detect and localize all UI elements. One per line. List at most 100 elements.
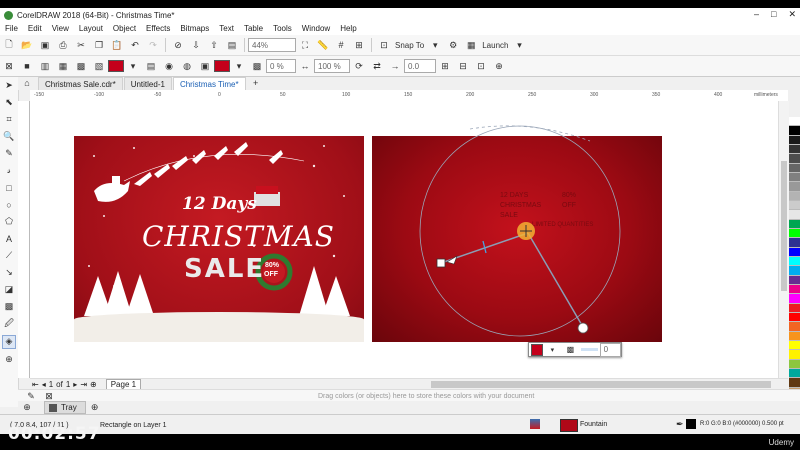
palette-swatch[interactable] (789, 191, 800, 201)
cut-icon[interactable]: ✂ (74, 38, 88, 52)
linear-gradient-icon[interactable]: ▤ (144, 59, 158, 73)
chevron-down-icon[interactable]: ▾ (545, 343, 559, 357)
palette-swatch[interactable] (789, 275, 800, 285)
import-icon[interactable]: ⇩ (189, 38, 203, 52)
menu-edit[interactable]: Edit (23, 24, 47, 33)
add-tool-icon[interactable]: ⊕ (3, 354, 15, 366)
christmas-sale-artwork[interactable]: 12 Days CHRISTMAS SALE 80% OFF (74, 136, 364, 342)
palette-swatch[interactable] (789, 219, 800, 229)
palette-swatch[interactable] (789, 284, 800, 295)
scale-input[interactable]: 100 % (314, 59, 350, 73)
angle-input[interactable]: 0.0 (404, 59, 436, 73)
horizontal-scroll-thumb[interactable] (431, 381, 771, 388)
palette-swatch[interactable] (789, 368, 800, 379)
snap-to-label[interactable]: Snap To (395, 38, 424, 52)
open-icon[interactable]: 📂 (20, 38, 34, 52)
copy-icon[interactable]: ❐ (92, 38, 106, 52)
zoom-level-select[interactable]: 44% (248, 38, 296, 52)
grid-icon[interactable]: # (334, 38, 348, 52)
end-color-swatch[interactable] (214, 60, 230, 72)
texture-fill-icon[interactable]: ▩ (74, 59, 88, 73)
palette-swatch[interactable] (789, 154, 800, 164)
publish-pdf-icon[interactable]: ▤ (225, 38, 239, 52)
transparency-slider[interactable] (581, 348, 598, 351)
add-tab-icon[interactable]: + (249, 76, 263, 90)
undo-icon[interactable]: ↶ (128, 38, 142, 52)
smooth-blend-icon[interactable]: ⊞ (438, 59, 452, 73)
launch-label[interactable]: Launch (482, 38, 508, 52)
vertical-ruler[interactable] (18, 101, 30, 378)
palette-swatch[interactable] (789, 126, 800, 136)
node-transparency-input[interactable]: 0 (599, 342, 621, 357)
rulers-icon[interactable]: 📏 (316, 38, 330, 52)
scroll-thumb[interactable] (781, 161, 787, 291)
close-button[interactable]: ✕ (788, 9, 796, 20)
artistic-media-icon[interactable]: 𝓈 (3, 165, 15, 177)
transparency-checker-icon[interactable]: ▩ (563, 343, 577, 357)
palette-swatch[interactable] (789, 238, 800, 248)
menu-bitmaps[interactable]: Bitmaps (175, 24, 214, 33)
palette-swatch[interactable] (789, 350, 800, 360)
working-page-rectangle[interactable]: 12 DAYS 80% CHRISTMAS OFF SALE LIMITED Q… (372, 136, 662, 342)
options-gear-icon[interactable]: ⚙ (446, 38, 460, 52)
palette-swatch[interactable] (789, 172, 800, 183)
home-icon[interactable]: ⌂ (20, 76, 34, 90)
zoom-tool-icon[interactable]: 🔍 (3, 131, 15, 143)
palette-swatch[interactable] (789, 331, 800, 341)
conical-gradient-icon[interactable]: ◍ (180, 59, 194, 73)
fill-swatch[interactable] (560, 419, 578, 432)
pick-tool-icon[interactable]: ➤ (3, 80, 15, 92)
fill-transparency-input[interactable]: 0 % (266, 59, 296, 73)
transparency-tool-icon[interactable]: ▩ (3, 301, 15, 313)
palette-swatch[interactable] (789, 312, 800, 323)
menu-tools[interactable]: Tools (268, 24, 297, 33)
add-page-icon[interactable]: ⊕ (90, 380, 97, 389)
search-content-icon[interactable]: ⊘ (171, 38, 185, 52)
menu-table[interactable]: Table (239, 24, 268, 33)
tab-christmas-time[interactable]: Christmas Time* (172, 77, 246, 90)
node-color-swatch[interactable] (531, 343, 544, 356)
print-icon[interactable]: ⎙ (56, 38, 70, 52)
copy-fill-icon[interactable]: ⊡ (474, 59, 488, 73)
start-color-swatch[interactable] (108, 60, 124, 72)
last-page-icon[interactable]: ⇥ (80, 380, 87, 389)
polygon-tool-icon[interactable]: ⬠ (3, 216, 15, 228)
menu-effects[interactable]: Effects (141, 24, 175, 33)
reverse-icon[interactable]: ⇄ (370, 59, 384, 73)
palette-swatch[interactable] (789, 144, 800, 155)
palette-swatch[interactable] (789, 340, 800, 351)
fill-node-property-widget[interactable]: ▾ ▩ 0 (528, 342, 622, 357)
palette-swatch[interactable] (789, 247, 800, 257)
interactive-fill-icon[interactable]: ◈ (2, 334, 16, 349)
drop-shadow-icon[interactable]: ◪ (3, 284, 15, 296)
prev-page-icon[interactable]: ◂ (42, 380, 46, 389)
no-fill-icon[interactable]: ⊠ (2, 59, 16, 73)
transparency-icon[interactable]: ▩ (250, 59, 264, 73)
chevron-down-icon[interactable]: ▾ (428, 38, 442, 52)
snap-to-icon[interactable]: ⊡ (377, 38, 391, 52)
palette-swatch[interactable] (789, 117, 800, 127)
palette-swatch[interactable] (789, 228, 800, 239)
wrap-icon[interactable]: ⊟ (456, 59, 470, 73)
minimize-button[interactable]: – (754, 9, 759, 20)
menu-text[interactable]: Text (214, 24, 239, 33)
first-page-icon[interactable]: ⇤ (32, 380, 39, 389)
guidelines-icon[interactable]: ⊞ (352, 38, 366, 52)
uniform-fill-icon[interactable]: ■ (20, 59, 34, 73)
export-icon[interactable]: ⇧ (207, 38, 221, 52)
rectangle-tool-icon[interactable]: □ (3, 182, 15, 194)
palette-swatch[interactable] (789, 359, 800, 369)
menu-view[interactable]: View (47, 24, 74, 33)
palette-swatch[interactable] (789, 322, 800, 332)
palette-swatch[interactable] (789, 294, 800, 304)
add-icon[interactable]: ⊕ (492, 59, 506, 73)
vertical-scrollbar[interactable] (778, 101, 789, 378)
palette-swatch[interactable] (789, 163, 800, 173)
palette-swatch[interactable] (789, 200, 800, 211)
text-tool-icon[interactable]: A (3, 233, 15, 245)
drawing-canvas[interactable]: 12 Days CHRISTMAS SALE 80% OFF 12 DAYS 8… (30, 101, 778, 378)
menu-file[interactable]: File (0, 24, 23, 33)
elliptical-gradient-icon[interactable]: ◉ (162, 59, 176, 73)
tray-tab[interactable]: Tray (44, 401, 86, 414)
rectangular-gradient-icon[interactable]: ▣ (198, 59, 212, 73)
